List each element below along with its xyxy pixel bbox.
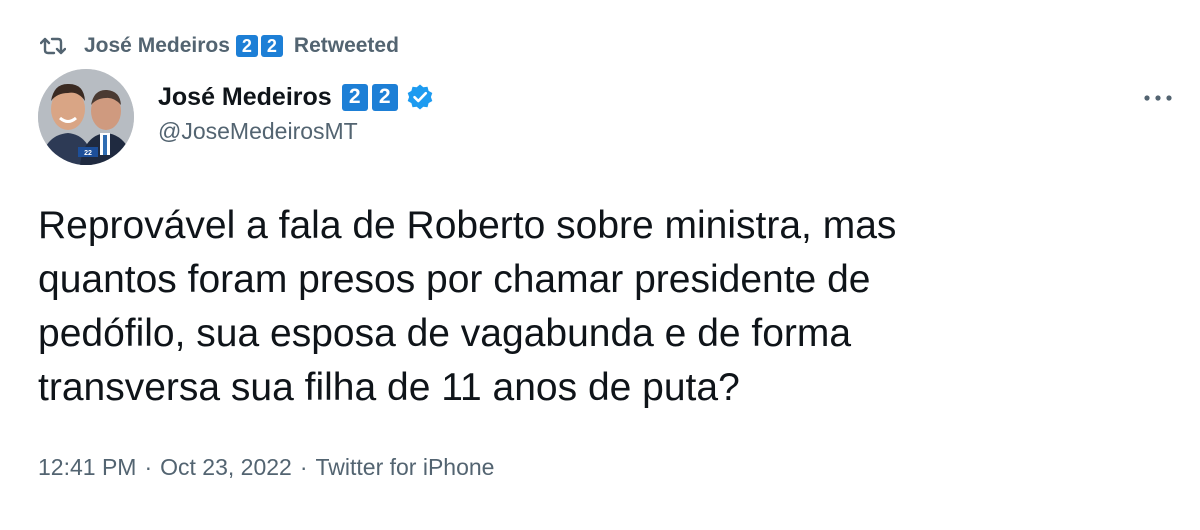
number-badge: 2 (341, 83, 368, 111)
tweet-source[interactable]: Twitter for iPhone (316, 454, 495, 481)
svg-text:22: 22 (84, 150, 92, 157)
tweet-time[interactable]: 12:41 PM (38, 454, 136, 481)
tweet-text-line: pedófilo, sua esposa de vagabunda e de f… (38, 312, 852, 355)
tweet-date[interactable]: Oct 23, 2022 (160, 454, 292, 481)
avatar[interactable]: 22 (38, 69, 134, 165)
retweeted-label: Retweeted (293, 34, 399, 57)
author-handle[interactable]: @JoseMedeirosMT (158, 118, 434, 145)
tweet-text-line: Reprovável a fala de Roberto sobre minis… (38, 204, 897, 247)
more-options-button[interactable] (1138, 78, 1178, 118)
tweet-card[interactable]: José Medeiros 2 2 Retweeted 22 José Mede… (0, 0, 1200, 530)
number-badge: 2 (371, 83, 398, 111)
author-name[interactable]: José Medeiros (158, 83, 332, 112)
number-badge: 2 (235, 35, 258, 57)
retweet-context: José Medeiros 2 2 Retweeted (39, 32, 399, 60)
tweet-text: Reprovável a fala de Roberto sobre minis… (38, 199, 1158, 415)
retweet-icon (39, 35, 67, 57)
more-dots-icon (1144, 95, 1172, 101)
number-badge: 2 (260, 35, 283, 57)
meta-separator: · (144, 454, 153, 480)
retweeter-name[interactable]: José Medeiros (84, 34, 230, 58)
verified-badge-icon[interactable] (406, 83, 434, 111)
tweet-text-line: quantos foram presos por chamar presiden… (38, 258, 871, 301)
tweet-meta: 12:41 PM · Oct 23, 2022 · Twitter for iP… (38, 454, 494, 481)
tweet-header: José Medeiros 2 2 @JoseMedeirosMT (158, 80, 434, 145)
tweet-text-line: transversa sua filha de 11 anos de puta? (38, 366, 740, 409)
meta-separator: · (299, 454, 308, 480)
